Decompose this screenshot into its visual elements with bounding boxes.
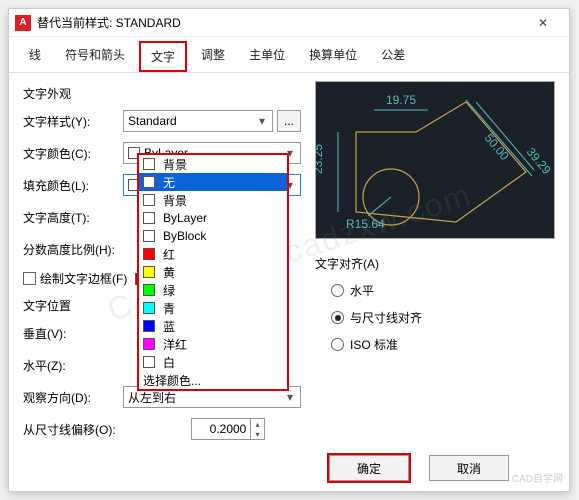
vertical-label: 垂直(V): [23, 325, 123, 342]
close-icon[interactable]: ✕ [523, 9, 563, 37]
fill-color-option[interactable]: 黄 [139, 263, 287, 281]
text-color-label: 文字颜色(C): [23, 145, 123, 162]
fill-color-label: 填充颜色(L): [23, 177, 123, 194]
fill-color-option[interactable]: ByBlock [139, 227, 287, 245]
option-label: 白 [163, 354, 175, 371]
offset-label: 从尺寸线偏移(O): [23, 421, 147, 438]
color-swatch-icon [143, 338, 155, 350]
color-swatch-icon [143, 176, 155, 188]
text-style-combo[interactable]: Standard ▾ [123, 110, 273, 132]
color-swatch-icon [143, 230, 155, 242]
tab-tolerance[interactable]: 公差 [371, 41, 415, 72]
color-swatch-icon [143, 320, 155, 332]
tab-symbols-arrows[interactable]: 符号和箭头 [55, 41, 135, 72]
fill-color-option[interactable]: ByLayer [139, 209, 287, 227]
dimension-preview: 19.75 23.25 50.00 39.29 R15.64 [315, 81, 555, 239]
fill-color-option[interactable]: 白 [139, 353, 287, 371]
draw-frame-checkbox[interactable] [23, 272, 36, 285]
fraction-scale-label: 分数高度比例(H): [23, 241, 123, 258]
tab-line[interactable]: 线 [19, 41, 51, 72]
option-label: 绿 [163, 282, 175, 299]
align-horizontal-label: 水平 [350, 282, 374, 299]
fill-color-option[interactable]: 无 [139, 173, 287, 191]
color-swatch-icon [143, 248, 155, 260]
tab-adjust[interactable]: 调整 [191, 41, 235, 72]
view-direction-label: 观察方向(D): [23, 389, 123, 406]
option-label: 选择颜色... [143, 372, 201, 389]
color-swatch-icon [143, 356, 155, 368]
horizontal-label: 水平(Z): [23, 357, 123, 374]
fill-color-option[interactable]: 绿 [139, 281, 287, 299]
ok-button[interactable]: 确定 [329, 455, 409, 481]
color-swatch-icon [143, 284, 155, 296]
tab-text[interactable]: 文字 [139, 41, 187, 72]
align-with-dimline-radio[interactable] [331, 311, 344, 324]
tab-primary-units[interactable]: 主单位 [239, 41, 295, 72]
align-with-dimline-label: 与尺寸线对齐 [350, 309, 422, 326]
option-label: 背景 [163, 156, 187, 173]
spin-down-icon[interactable]: ▾ [250, 429, 264, 439]
offset-spinner[interactable]: 0.2000 ▴▾ [191, 418, 265, 440]
color-swatch-icon [143, 212, 155, 224]
cancel-button[interactable]: 取消 [429, 455, 509, 481]
chevron-down-icon: ▾ [282, 389, 298, 405]
autocad-app-icon: A [15, 15, 31, 31]
svg-text:R15.64: R15.64 [346, 217, 385, 231]
fill-color-option[interactable]: 背景 [139, 191, 287, 209]
chevron-down-icon: ▾ [254, 113, 270, 129]
text-align-title: 文字对齐(A) [315, 255, 555, 272]
option-label: 黄 [163, 264, 175, 281]
right-column: 19.75 23.25 50.00 39.29 R15.64 文字对齐(A) 水… [315, 81, 555, 450]
fill-color-option[interactable]: 选择颜色... [139, 371, 287, 389]
option-label: 蓝 [163, 318, 175, 335]
align-horizontal-radio[interactable] [331, 284, 344, 297]
option-label: ByBlock [163, 229, 206, 243]
option-label: 无 [163, 174, 175, 191]
color-swatch-icon [143, 302, 155, 314]
text-appearance-title: 文字外观 [23, 85, 301, 102]
align-iso-label: ISO 标准 [350, 336, 398, 353]
option-label: ByLayer [163, 211, 207, 225]
option-label: 洋红 [163, 336, 187, 353]
svg-text:19.75: 19.75 [386, 93, 416, 107]
color-swatch-icon [143, 194, 155, 206]
option-label: 背景 [163, 192, 187, 209]
option-label: 红 [163, 246, 175, 263]
text-height-label: 文字高度(T): [23, 209, 123, 226]
dialog-buttons: 确定 取消 [329, 455, 509, 481]
fill-color-option[interactable]: 背景 [139, 155, 287, 173]
spin-up-icon[interactable]: ▴ [250, 419, 264, 429]
fill-color-dropdown[interactable]: 背景无背景 ByLayer ByBlock 红黄绿青蓝洋红白选择颜色... [137, 153, 289, 391]
view-direction-value: 从左到右 [128, 389, 176, 406]
dialog-title: 替代当前样式: STANDARD [37, 14, 523, 31]
color-swatch-icon [143, 266, 155, 278]
svg-text:23.25: 23.25 [316, 144, 325, 174]
align-iso-radio[interactable] [331, 338, 344, 351]
text-style-value: Standard [128, 114, 177, 128]
titlebar: A 替代当前样式: STANDARD ✕ [9, 9, 569, 37]
draw-frame-label: 绘制文字边框(F) [40, 270, 127, 287]
text-align-group: 文字对齐(A) 水平 与尺寸线对齐 ISO 标准 [315, 255, 555, 353]
watermark-corner: CAD自学网 [512, 470, 563, 485]
override-style-dialog: A 替代当前样式: STANDARD ✕ 线 符号和箭头 文字 调整 主单位 换… [8, 8, 570, 492]
tab-alt-units[interactable]: 换算单位 [299, 41, 367, 72]
fill-color-option[interactable]: 青 [139, 299, 287, 317]
option-label: 青 [163, 300, 175, 317]
fill-color-option[interactable]: 洋红 [139, 335, 287, 353]
fill-color-option[interactable]: 蓝 [139, 317, 287, 335]
color-swatch-icon [143, 158, 155, 170]
text-style-browse-button[interactable]: ... [277, 110, 301, 132]
offset-value: 0.2000 [210, 422, 247, 436]
fill-color-option[interactable]: 红 [139, 245, 287, 263]
text-style-label: 文字样式(Y): [23, 113, 123, 130]
tab-strip: 线 符号和箭头 文字 调整 主单位 换算单位 公差 [9, 37, 569, 73]
